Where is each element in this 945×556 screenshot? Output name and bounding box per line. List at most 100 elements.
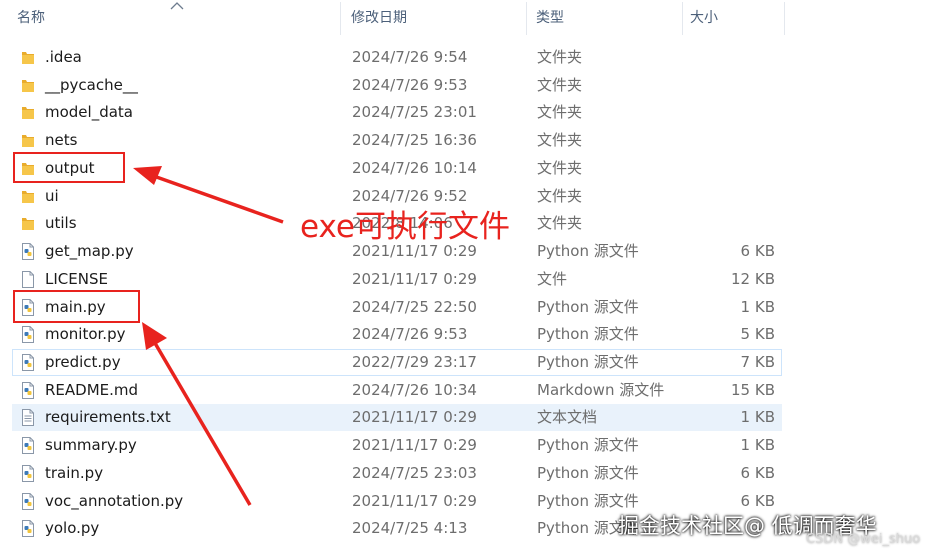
column-header-bar: 名称 修改日期 类型 大小 [0, 0, 945, 37]
file-type: 文件夹 [537, 103, 583, 121]
file-date: 2024/7/26 10:14 [352, 159, 477, 177]
column-divider[interactable] [340, 2, 341, 35]
folder-icon [21, 215, 35, 232]
file-name: ui [45, 187, 59, 205]
file-date: 2022/7/29 23:17 [352, 353, 477, 371]
file-row[interactable]: README.md 2024/7/26 10:34 Markdown 源文件 15 K… [12, 377, 782, 404]
highlight-box-main [13, 290, 140, 323]
file-size: 1 KB [740, 436, 775, 454]
text-file-icon [21, 409, 35, 426]
file-name: __pycache__ [45, 76, 138, 94]
file-date: 2024/7/26 9:53 [352, 325, 468, 343]
file-size [724, 210, 775, 237]
folder-icon [21, 104, 35, 121]
file-name: yolo.py [45, 519, 100, 537]
file-type: 文件夹 [537, 131, 583, 149]
file-row[interactable]: predict.py 2022/7/29 23:17 Python 源文件 7 KB [12, 349, 782, 376]
file-name: voc_annotation.py [45, 492, 184, 510]
file-date: 2024/7/26 10:34 [352, 381, 477, 399]
python-file-icon [21, 437, 35, 454]
file-row[interactable]: ui 2024/7/26 9:52 文件夹 [12, 183, 782, 210]
folder-icon [21, 188, 35, 205]
file-date: 2021/11/17 0:29 [352, 270, 477, 288]
column-divider[interactable] [526, 2, 527, 35]
file-date: 2024/7/25 4:13 [352, 519, 468, 537]
file-type: Python 源文件 [537, 464, 639, 482]
file-size [724, 127, 775, 154]
file-type: 文件 [537, 270, 568, 288]
python-file-icon [21, 243, 35, 260]
file-date: 2021/11/17 0:29 [352, 492, 477, 510]
file-row[interactable]: nets 2024/7/25 16:36 文件夹 [12, 127, 782, 154]
file-size: 7 KB [740, 353, 775, 371]
file-type: Python 源文件 [537, 353, 639, 371]
file-row[interactable]: output 2024/7/26 10:14 文件夹 [12, 155, 782, 182]
file-name: model_data [45, 103, 133, 121]
file-name: get_map.py [45, 242, 134, 260]
file-name: utils [45, 214, 77, 232]
column-header-type[interactable]: 类型 [536, 0, 564, 37]
column-header-size[interactable]: 大小 [690, 0, 718, 37]
file-type: 文件夹 [537, 187, 583, 205]
csdn-watermark: CSDN @wei_shuo [806, 532, 921, 547]
file-row[interactable]: .idea 2024/7/26 9:54 文件夹 [12, 44, 782, 71]
file-size [724, 155, 775, 182]
file-type: Python 源文件 [537, 298, 639, 316]
file-date: 2024/7/25 23:03 [352, 464, 477, 482]
python-file-icon [21, 493, 35, 510]
python-file-icon [21, 354, 35, 371]
file-row[interactable]: __pycache__ 2024/7/26 9:53 文件夹 [12, 72, 782, 99]
file-type: 文本文档 [537, 408, 598, 426]
file-name: train.py [45, 464, 104, 482]
file-type: Python 源文件 [537, 436, 639, 454]
file-date: 2024/7/25 22:50 [352, 298, 477, 316]
markdown-file-icon [21, 382, 35, 399]
file-size [724, 72, 775, 99]
file-name: monitor.py [45, 325, 126, 343]
file-type: 文件夹 [537, 214, 583, 232]
file-type: Python 源文件 [537, 242, 639, 260]
file-type: 文件夹 [537, 159, 583, 177]
file-date: 2024/7/26 9:53 [352, 76, 468, 94]
highlight-box-output [13, 152, 125, 183]
column-header-date[interactable]: 修改日期 [351, 0, 407, 37]
column-divider[interactable] [784, 2, 785, 35]
file-date: 2021/11/17 0:29 [352, 436, 477, 454]
sort-ascending-icon [170, 2, 184, 10]
file-row[interactable]: requirements.txt 2021/11/17 0:29 文本文档 1 KB [12, 404, 782, 431]
file-size: 1 KB [740, 408, 775, 426]
file-name: requirements.txt [45, 408, 171, 426]
file-name: .idea [45, 48, 82, 66]
file-type: 文件夹 [537, 48, 583, 66]
file-row[interactable]: LICENSE 2021/11/17 0:29 文件 12 KB [12, 266, 782, 293]
file-size: 5 KB [740, 325, 775, 343]
file-size: 12 KB [731, 270, 775, 288]
file-icon [21, 271, 35, 288]
file-row[interactable]: monitor.py 2024/7/26 9:53 Python 源文件 5 KB [12, 321, 782, 348]
folder-icon [21, 77, 35, 94]
column-header-name[interactable]: 名称 [17, 0, 45, 37]
file-name: README.md [45, 381, 139, 399]
file-row[interactable]: train.py 2024/7/25 23:03 Python 源文件 6 KB [12, 460, 782, 487]
file-date: 2021/11/17 0:29 [352, 408, 477, 426]
python-file-icon [21, 520, 35, 537]
python-file-icon [21, 465, 35, 482]
file-type: 文件夹 [537, 76, 583, 94]
file-size [724, 99, 775, 126]
file-type: Markdown 源文件 [537, 381, 665, 399]
file-name: nets [45, 131, 78, 149]
file-row[interactable]: model_data 2024/7/25 23:01 文件夹 [12, 99, 782, 126]
file-row[interactable]: summary.py 2021/11/17 0:29 Python 源文件 1 KB [12, 432, 782, 459]
file-date: 2024/7/26 9:52 [352, 187, 468, 205]
file-date: 2024/7/25 16:36 [352, 131, 477, 149]
file-size: 15 KB [731, 381, 775, 399]
file-size: 1 KB [740, 298, 775, 316]
file-type: Python 源文件 [537, 325, 639, 343]
folder-icon [21, 132, 35, 149]
column-divider[interactable] [682, 2, 683, 35]
file-name: predict.py [45, 353, 121, 371]
file-size: 6 KB [740, 464, 775, 482]
file-date: 2024/7/26 9:54 [352, 48, 468, 66]
file-size: 6 KB [740, 242, 775, 260]
file-name: LICENSE [45, 270, 108, 288]
